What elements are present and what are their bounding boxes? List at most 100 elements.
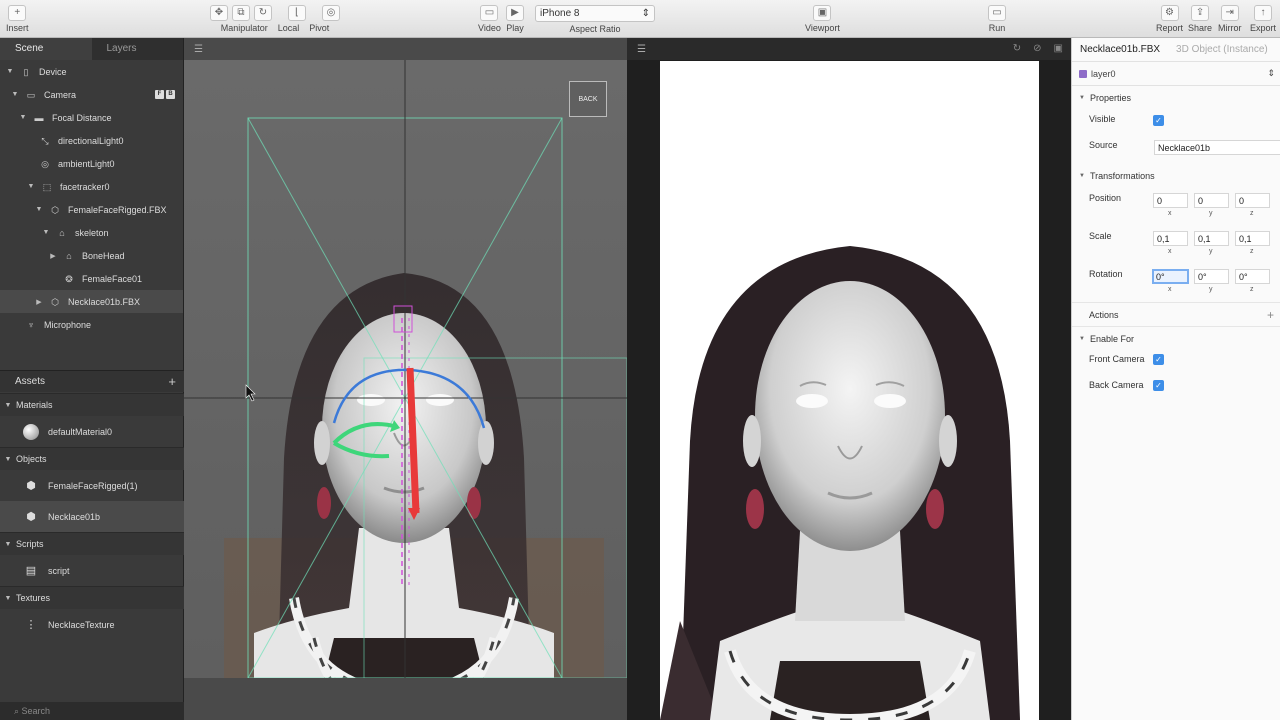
source-field[interactable]: Necklace01b (1154, 140, 1280, 155)
rotation-z-field[interactable]: 0° (1235, 269, 1270, 284)
tree-item-focal-distance[interactable]: ▼ ▬ Focal Distance (0, 106, 183, 129)
play-icon[interactable]: ▶ (506, 5, 524, 21)
scale-x-field[interactable]: 0,1 (1153, 231, 1188, 246)
export-group[interactable]: ↑ Export (1250, 5, 1276, 33)
video-group[interactable]: ▭ Video (478, 5, 501, 33)
move-icon[interactable]: ✥ (210, 5, 228, 21)
layer-select[interactable]: layer0 ⇕ (1072, 62, 1280, 86)
category-textures[interactable]: ▼ Textures (0, 586, 184, 609)
rotation-x-field[interactable]: 0° (1152, 269, 1189, 284)
restart-icon[interactable]: ↻ (1013, 43, 1021, 54)
tree-item-device[interactable]: ▼ ▯ Device (0, 60, 183, 83)
viewport-icon[interactable]: ▣ (813, 5, 832, 21)
tree-item-camera[interactable]: ▼ ▭ Camera F B (0, 83, 183, 106)
tree-item-femalefacerigged[interactable]: ▼ ⬡ FemaleFaceRigged.FBX (0, 198, 183, 221)
scale-label: Scale (1089, 231, 1112, 241)
section-transformations[interactable]: ▼ Transformations (1072, 164, 1280, 188)
report-icon[interactable]: ⚙ (1160, 5, 1179, 21)
tree-item-necklace01b[interactable]: ▶ ⬡ Necklace01b.FBX (0, 290, 183, 313)
video-icon[interactable]: ▭ (480, 5, 499, 21)
front-camera-checkbox[interactable]: ✓ (1153, 354, 1164, 365)
inspector-header: Necklace01b.FBX 3D Object (Instance) (1072, 38, 1280, 62)
front-badge[interactable]: F (155, 90, 164, 99)
expand-arrow-icon[interactable]: ▼ (5, 68, 15, 75)
fullscreen-icon[interactable]: ▣ (1054, 43, 1063, 54)
section-enable-for[interactable]: ▼ Enable For (1072, 326, 1280, 350)
expand-arrow-icon[interactable]: ▼ (0, 402, 16, 409)
collapse-arrow-icon[interactable]: ▼ (1079, 336, 1085, 342)
tree-item-facetracker[interactable]: ▼ ⬚ facetracker0 (0, 175, 183, 198)
category-materials[interactable]: ▼ Materials (0, 393, 184, 416)
tab-layers[interactable]: Layers (92, 38, 184, 60)
viewport-menu-icon[interactable]: ☰ (194, 44, 203, 55)
expand-arrow-icon[interactable]: ▼ (10, 91, 20, 98)
tree-item-label: ambientLight0 (58, 158, 115, 169)
insert-group[interactable]: + Insert (6, 5, 29, 33)
share-group[interactable]: ⇪ Share (1188, 5, 1212, 33)
device-preview[interactable] (660, 61, 1039, 720)
tree-item-ambient-light[interactable]: ◎ ambientLight0 (0, 152, 183, 175)
share-icon[interactable]: ⇪ (1191, 5, 1210, 21)
back-camera-button[interactable]: BACK (569, 81, 607, 117)
collapse-arrow-icon[interactable]: ▼ (1079, 173, 1085, 179)
back-badge[interactable]: B (166, 90, 175, 99)
collapse-arrow-icon[interactable]: ▼ (1079, 95, 1085, 101)
tree-item-femaleface01[interactable]: ❂ FemaleFace01 (0, 267, 183, 290)
export-icon[interactable]: ↑ (1254, 5, 1272, 21)
expand-arrow-icon[interactable]: ▶ (34, 298, 44, 306)
mirror-group[interactable]: ⇥ Mirror (1218, 5, 1242, 33)
plus-icon[interactable]: + (8, 5, 27, 21)
search-input[interactable]: ⌕ Search (0, 702, 184, 720)
back-camera-checkbox[interactable]: ✓ (1153, 380, 1164, 391)
pause-icon[interactable]: ⊘ (1033, 43, 1041, 54)
visible-checkbox[interactable]: ✓ (1153, 115, 1164, 126)
add-asset-button[interactable]: + (168, 374, 176, 389)
asset-necklacetexture[interactable]: ⋮ NecklaceTexture (0, 609, 184, 640)
position-x-field[interactable]: 0 (1153, 193, 1188, 208)
tree-item-label: directionalLight0 (58, 135, 124, 146)
category-scripts[interactable]: ▼ Scripts (0, 532, 184, 555)
play-group[interactable]: ▶ Play (506, 5, 524, 33)
device-select[interactable]: iPhone 8 ⇕ (535, 5, 655, 22)
expand-arrow-icon[interactable]: ▼ (34, 206, 44, 213)
tree-item-label: FemaleFace01 (82, 273, 143, 284)
play-label: Play (506, 23, 524, 33)
pivot-icon[interactable]: ◎ (322, 5, 340, 21)
asset-defaultmaterial0[interactable]: defaultMaterial0 (0, 416, 184, 447)
expand-arrow-icon[interactable]: ▼ (0, 456, 16, 463)
expand-arrow-icon[interactable]: ▼ (26, 183, 36, 190)
asset-necklace01b[interactable]: ⬢ Necklace01b (0, 501, 184, 532)
asset-script[interactable]: ▤ script (0, 555, 184, 586)
simulator-menu-icon[interactable]: ☰ (637, 44, 646, 55)
run-group[interactable]: ▭ Run (988, 5, 1006, 33)
expand-arrow-icon[interactable]: ▼ (0, 595, 16, 602)
tab-scene[interactable]: Scene (0, 38, 92, 60)
local-icon[interactable]: ⌊ (288, 5, 306, 21)
rotate-icon[interactable]: ↻ (254, 5, 272, 21)
aspect-ratio-group: iPhone 8 ⇕ Aspect Ratio (535, 5, 655, 34)
scale-y-field[interactable]: 0,1 (1194, 231, 1229, 246)
section-properties[interactable]: ▼ Properties (1072, 86, 1280, 110)
tree-item-microphone[interactable]: ♆ Microphone (0, 313, 183, 336)
run-icon[interactable]: ▭ (988, 5, 1006, 21)
local-label: Local (277, 23, 300, 33)
viewport-group[interactable]: ▣ Viewport (805, 5, 840, 33)
rotation-y-field[interactable]: 0° (1194, 269, 1229, 284)
expand-arrow-icon[interactable]: ▶ (48, 252, 58, 260)
tree-item-directional-light[interactable]: ⤡ directionalLight0 (0, 129, 183, 152)
tree-item-bonehead[interactable]: ▶ ⌂ BoneHead (0, 244, 183, 267)
mirror-icon[interactable]: ⇥ (1220, 5, 1239, 21)
category-objects[interactable]: ▼ Objects (0, 447, 184, 470)
report-group[interactable]: ⚙ Report (1156, 5, 1183, 33)
expand-arrow-icon[interactable]: ▼ (41, 229, 51, 236)
scale-icon[interactable]: ⧉ (232, 5, 250, 21)
expand-arrow-icon[interactable]: ▼ (0, 541, 16, 548)
asset-femalefacerigged[interactable]: ⬢ FemaleFaceRigged(1) (0, 470, 184, 501)
add-action-button[interactable]: + (1267, 308, 1274, 322)
position-y-field[interactable]: 0 (1194, 193, 1229, 208)
scale-z-field[interactable]: 0,1 (1235, 231, 1270, 246)
tree-item-skeleton[interactable]: ▼ ⌂ skeleton (0, 221, 183, 244)
position-z-field[interactable]: 0 (1235, 193, 1270, 208)
scene-viewport[interactable]: ☰ BACK (184, 38, 627, 720)
expand-arrow-icon[interactable]: ▼ (18, 114, 28, 121)
